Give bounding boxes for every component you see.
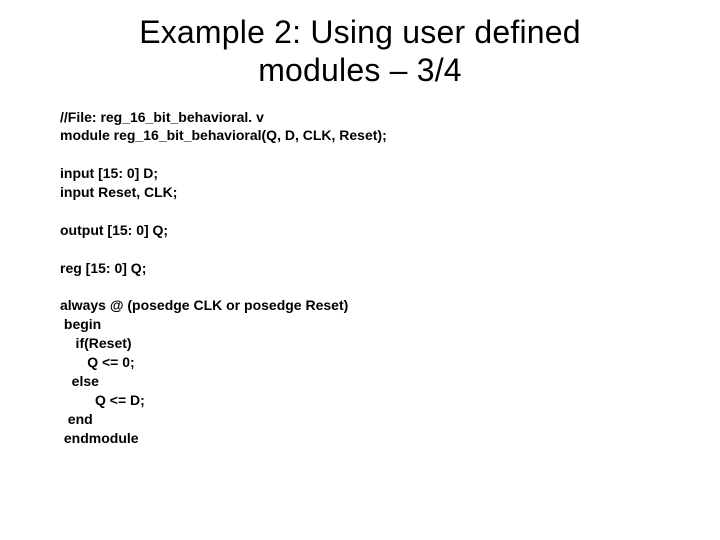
title-line-1: Example 2: Using user defined: [139, 14, 581, 50]
slide-title: Example 2: Using user defined modules – …: [60, 14, 660, 90]
title-line-2: modules – 3/4: [258, 52, 462, 88]
code-block: //File: reg_16_bit_behavioral. v module …: [60, 108, 660, 448]
slide: Example 2: Using user defined modules – …: [0, 0, 720, 540]
